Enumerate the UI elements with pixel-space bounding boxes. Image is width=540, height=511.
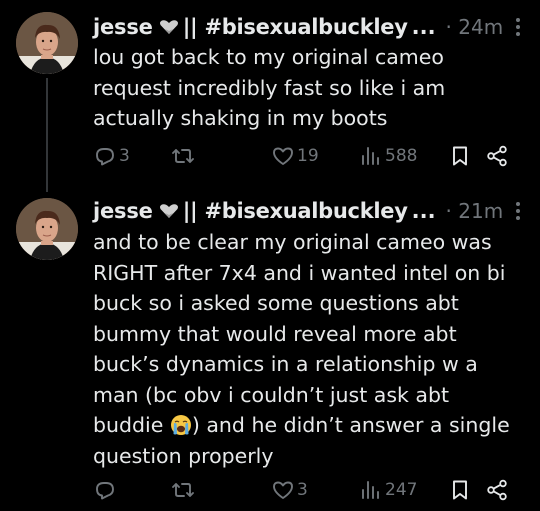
like-count: 19: [297, 146, 319, 166]
timestamp[interactable]: · 21m: [446, 199, 504, 223]
timestamp[interactable]: · 24m: [446, 15, 504, 39]
white-heart-badge-icon: [159, 204, 178, 218]
share-button[interactable]: [485, 478, 509, 502]
display-name[interactable]: jesse: [93, 199, 153, 223]
handle[interactable]: || #bisexualbuckley: [183, 199, 408, 223]
retweet-icon: [172, 149, 194, 163]
reply-icon: [96, 482, 114, 500]
like-button[interactable]: 3: [271, 478, 308, 502]
reply-button[interactable]: 3: [93, 144, 130, 168]
tweet-2[interactable]: jesse || #bisexualbuckley ... · 21m and …: [0, 190, 540, 511]
tweet-header: jesse || #bisexualbuckley ... · 21m: [93, 196, 528, 226]
views-icon: [362, 481, 379, 499]
heart-icon: [273, 481, 293, 499]
avatar[interactable]: [16, 12, 78, 74]
avatar-image: [16, 198, 78, 260]
reply-icon: [96, 148, 114, 166]
bookmark-button[interactable]: [448, 478, 472, 502]
tweet-text: lou got back to my original cameo reques…: [93, 45, 446, 130]
views-button[interactable]: 247: [359, 478, 417, 502]
tweet-header: jesse || #bisexualbuckley ... · 24m: [93, 12, 528, 42]
display-name[interactable]: jesse: [93, 15, 153, 39]
retweet-icon: [172, 483, 194, 497]
tweet-text: and to be clear my original cameo was RI…: [93, 227, 522, 471]
view-count: 588: [385, 146, 418, 166]
white-heart-badge-icon: [159, 20, 178, 34]
crying-face-emoji: [170, 415, 191, 435]
tweet-text-part-1: and to be clear my original cameo was RI…: [93, 230, 506, 437]
bookmark-icon: [453, 480, 467, 500]
more-icon[interactable]: [508, 15, 528, 39]
avatar-image: [16, 12, 78, 74]
tweet-actions: 3 247: [93, 475, 528, 505]
retweet-button[interactable]: [171, 478, 197, 502]
bookmark-button[interactable]: [448, 144, 472, 168]
share-icon: [487, 145, 507, 167]
handle[interactable]: || #bisexualbuckley: [183, 15, 408, 39]
like-button[interactable]: 19: [271, 144, 319, 168]
bookmark-icon: [453, 146, 467, 166]
heart-icon: [273, 147, 293, 165]
more-icon[interactable]: [508, 199, 528, 223]
view-count: 247: [385, 480, 418, 500]
share-icon: [487, 479, 507, 501]
views-icon: [362, 147, 379, 165]
share-button[interactable]: [485, 144, 509, 168]
reply-count: 3: [119, 146, 130, 166]
handle-ellipsis: ...: [411, 15, 436, 39]
tweet-1[interactable]: jesse || #bisexualbuckley ... · 24m lou …: [0, 0, 540, 190]
like-count: 3: [297, 480, 308, 500]
retweet-button[interactable]: [171, 144, 197, 168]
avatar[interactable]: [16, 198, 78, 260]
views-button[interactable]: 588: [359, 144, 417, 168]
reply-button[interactable]: [93, 478, 119, 502]
tweet-actions: 3 19 588: [93, 141, 528, 171]
handle-ellipsis: ...: [411, 199, 436, 223]
